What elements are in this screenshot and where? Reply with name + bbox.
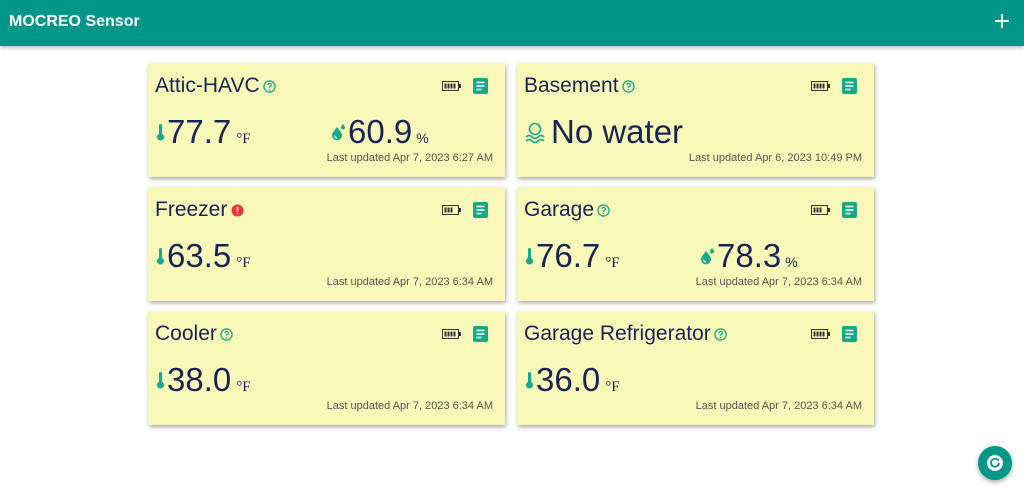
battery-icon — [442, 329, 461, 339]
help-icon[interactable] — [714, 327, 727, 341]
sensor-name: Freezer — [155, 198, 228, 221]
thermometer-icon — [157, 248, 164, 265]
thermometer-icon — [526, 248, 533, 265]
log-icon[interactable] — [842, 78, 857, 94]
last-updated: Last updated Apr 7, 2023 6:34 AM — [695, 276, 862, 288]
app-title: MOCREO Sensor — [9, 13, 140, 30]
humidity-reading: 78.3 % — [699, 237, 798, 275]
humidity-icon — [332, 124, 345, 141]
help-icon[interactable] — [262, 79, 276, 93]
temperature-value: 38.0 — [167, 361, 232, 398]
sensor-card-attic-havc[interactable]: Attic-HAVC 77.7 °F 60.9 % Last updated A… — [148, 63, 505, 177]
sensor-name: Cooler — [155, 322, 217, 345]
battery-icon — [442, 205, 461, 215]
temperature-unit: °F — [236, 255, 251, 271]
battery-icon — [811, 205, 830, 215]
sensor-grid: Attic-HAVC 77.7 °F 60.9 % Last updated A… — [148, 63, 877, 425]
last-updated: Last updated Apr 7, 2023 6:34 AM — [326, 400, 493, 412]
sensor-card-freezer[interactable]: Freezer 63.5 °F Last updated Apr 7, 2023… — [148, 187, 505, 301]
temperature-value: 77.7 — [167, 113, 232, 150]
battery-icon — [811, 329, 830, 339]
help-icon[interactable] — [621, 79, 635, 93]
temperature-reading: 77.7 °F — [156, 113, 251, 151]
sensor-name: Garage — [524, 198, 595, 221]
thermometer-icon — [157, 124, 164, 141]
sensor-card-cooler[interactable]: Cooler 38.0 °F Last updated Apr 7, 2023 … — [148, 311, 505, 425]
temperature-reading: 38.0 °F — [156, 361, 251, 399]
sensor-card-garage-refrigerator[interactable]: Garage Refrigerator 36.0 °F Last updated… — [517, 311, 874, 425]
water-status: No water — [551, 113, 684, 150]
last-updated: Last updated Apr 7, 2023 6:27 AM — [326, 152, 493, 164]
refresh-icon — [987, 455, 1003, 471]
add-icon[interactable] — [992, 11, 1012, 31]
sensor-name: Basement — [524, 74, 619, 97]
battery-icon — [442, 81, 461, 91]
log-icon[interactable] — [473, 78, 488, 94]
humidity-unit: % — [785, 254, 798, 270]
temperature-value: 63.5 — [167, 237, 232, 274]
humidity-value: 60.9 — [348, 113, 413, 150]
last-updated: Last updated Apr 7, 2023 6:34 AM — [695, 400, 862, 412]
temperature-reading: 36.0 °F — [525, 361, 620, 399]
last-updated: Last updated Apr 7, 2023 6:34 AM — [326, 276, 493, 288]
humidity-value: 78.3 — [717, 237, 782, 274]
temperature-unit: °F — [236, 131, 251, 147]
temperature-value: 36.0 — [536, 361, 601, 398]
log-icon[interactable] — [473, 326, 488, 342]
warning-icon[interactable] — [231, 203, 244, 217]
battery-icon — [811, 81, 830, 91]
sensor-name: Attic-HAVC — [155, 74, 260, 97]
app-bar: MOCREO Sensor — [0, 0, 1024, 46]
thermometer-icon — [157, 372, 164, 389]
humidity-icon — [701, 248, 714, 265]
water-reading: No water — [525, 113, 683, 151]
log-icon[interactable] — [842, 326, 857, 342]
temperature-value: 76.7 — [536, 237, 601, 274]
temperature-reading: 76.7 °F — [525, 237, 620, 275]
thermometer-icon — [526, 372, 533, 389]
humidity-reading: 60.9 % — [330, 113, 429, 151]
temperature-unit: °F — [605, 255, 620, 271]
humidity-unit: % — [416, 130, 429, 146]
last-updated: Last updated Apr 6, 2023 10:49 PM — [688, 152, 862, 164]
help-icon[interactable] — [220, 327, 233, 341]
log-icon[interactable] — [842, 202, 857, 218]
water-leak-icon — [525, 122, 545, 143]
temperature-reading: 63.5 °F — [156, 237, 251, 275]
help-icon[interactable] — [597, 203, 610, 217]
sensor-card-garage[interactable]: Garage 76.7 °F 78.3 % Last updated Apr 7… — [517, 187, 874, 301]
refresh-button[interactable] — [978, 446, 1012, 480]
sensor-card-basement[interactable]: Basement No water Last updated Apr 6, 20… — [517, 63, 874, 177]
log-icon[interactable] — [473, 202, 488, 218]
temperature-unit: °F — [236, 379, 251, 395]
temperature-unit: °F — [605, 379, 620, 395]
sensor-name: Garage Refrigerator — [524, 322, 711, 345]
